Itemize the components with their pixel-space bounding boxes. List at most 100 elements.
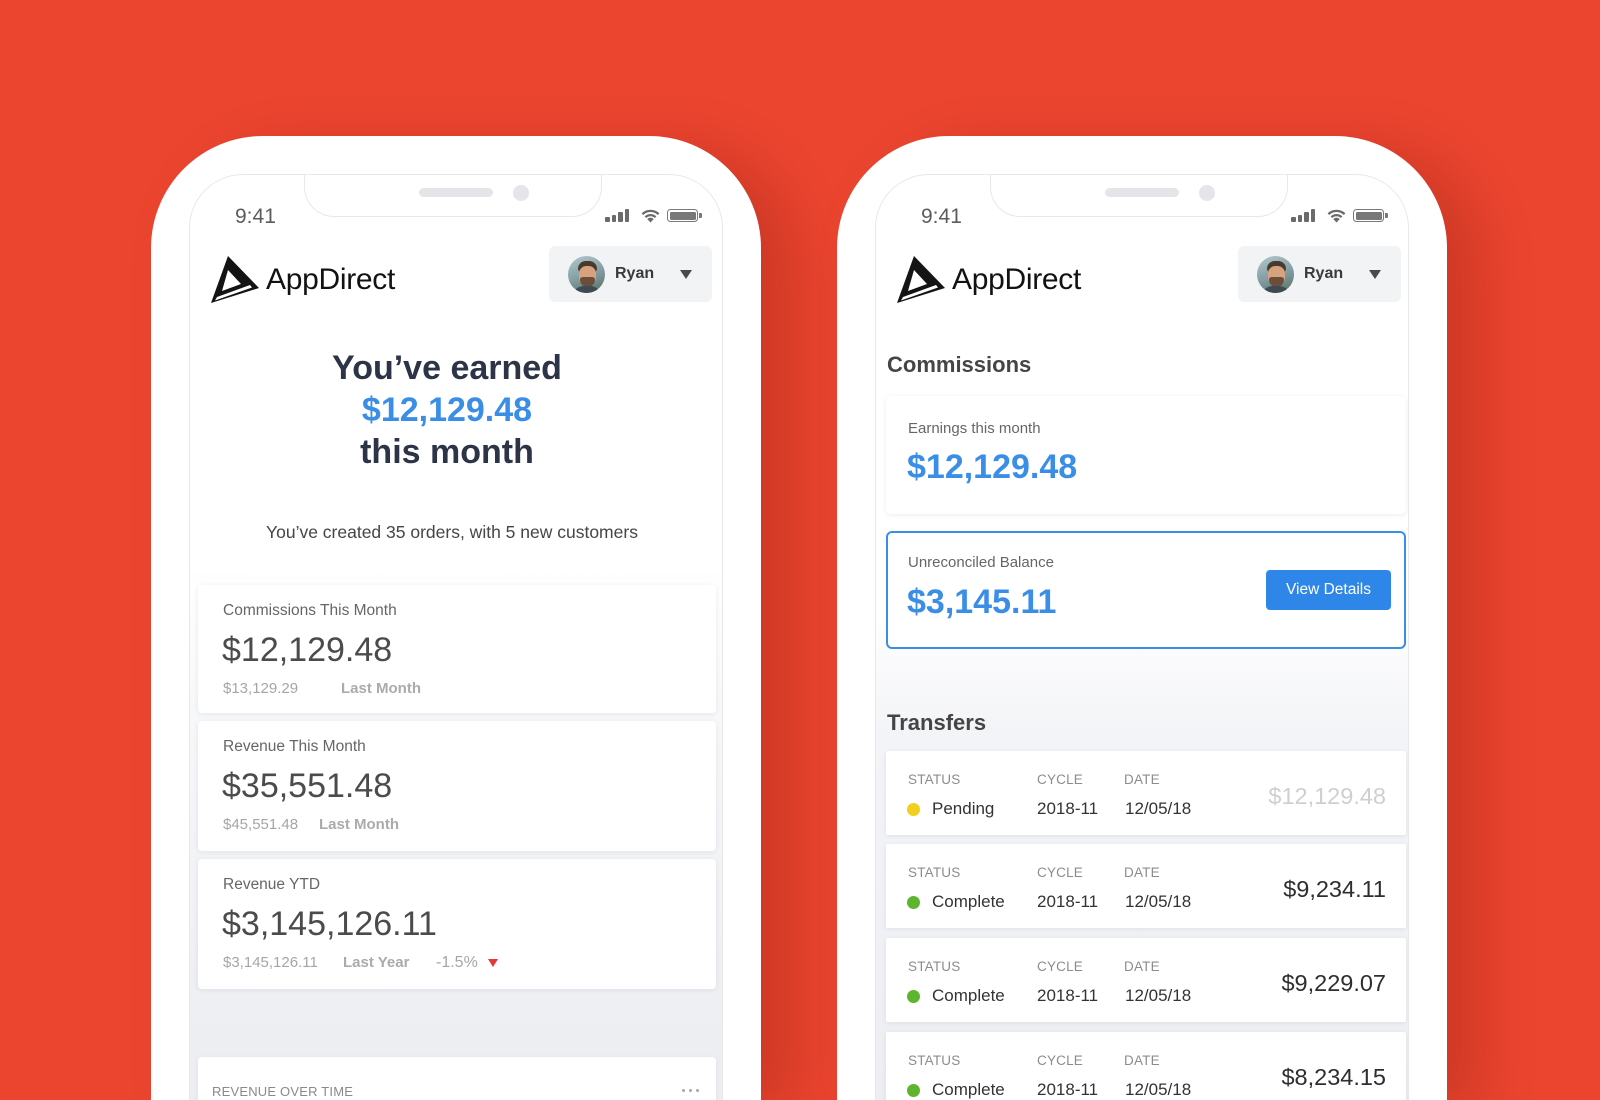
commissions-screen: 9:41 AppDirect Ryan Commissions Earnings… [875,174,1409,1100]
stat-value: $35,551.48 [222,767,393,805]
wifi-icon [641,209,660,223]
status-column-label: STATUS [908,865,961,880]
cellular-signal-icon [1297,215,1302,222]
view-details-button[interactable]: View Details [1266,570,1391,610]
app-logo[interactable]: AppDirect [896,254,1082,306]
stat-title: Revenue YTD [223,876,321,893]
cycle-column-label: CYCLE [1037,959,1084,974]
transfer-amount: $12,129.48 [1268,783,1386,809]
battery-icon [1353,209,1384,222]
transfer-amount: $9,234.11 [1283,876,1386,902]
transfer-status: Complete [932,892,1005,911]
transfer-cycle: 2018-11 [1037,986,1099,1005]
user-menu-dropdown[interactable]: Ryan [549,246,712,302]
cellular-signal-icon [605,217,610,222]
phone-left: 9:41 AppDirect Ryan You’ve earned $12,12… [151,136,761,1100]
date-column-label: DATE [1124,1053,1160,1068]
caret-down-icon [680,270,692,279]
status-dot-icon [907,896,920,909]
transfer-cycle: 2018-11 [1037,892,1099,911]
transfer-status: Pending [932,799,995,818]
earnings-card[interactable]: Earnings this month $12,129.48 [886,396,1406,514]
battery-cap [699,213,702,218]
cellular-signal-icon [1310,209,1315,222]
status-icons [1291,208,1391,224]
stat-card-revenue-ytd[interactable]: Revenue YTD $3,145,126.11 $3,145,126.11 … [198,859,716,989]
status-time: 9:41 [235,205,276,228]
hero-line-earned: You’ve earned [332,349,562,387]
transfer-cycle: 2018-11 [1037,799,1099,818]
appdirect-logo-icon [211,256,259,303]
cellular-signal-icon [618,212,623,222]
cellular-signal-icon [1304,212,1309,222]
hero-line-period: this month [360,433,534,471]
earnings-value: $12,129.48 [907,448,1078,486]
transfer-row[interactable]: STATUS CYCLE DATE Complete 2018-11 12/05… [886,844,1406,928]
cellular-signal-icon [1291,217,1296,222]
transfer-date: 12/05/18 [1125,1080,1192,1099]
brand-name: AppDirect [266,263,396,296]
cycle-column-label: CYCLE [1037,772,1084,787]
brand-name: AppDirect [952,263,1082,296]
stat-title: Commissions This Month [223,602,397,619]
cellular-signal-icon [624,209,629,222]
avatar [568,256,605,293]
appdirect-logo-icon [897,256,945,303]
avatar [1257,256,1294,293]
status-icons [605,208,705,224]
transfers-heading: Transfers [887,710,987,735]
status-column-label: STATUS [908,1053,961,1068]
phone-right: 9:41 AppDirect Ryan Commissions Earnings… [837,136,1447,1100]
stat-compare-value: $45,551.48 [223,816,299,833]
hero-amount: $12,129.48 [361,391,533,429]
speaker-grille [1105,188,1179,197]
cycle-column-label: CYCLE [1037,1053,1084,1068]
date-column-label: DATE [1124,959,1160,974]
transfer-row[interactable]: STATUS CYCLE DATE Pending 2018-11 12/05/… [886,751,1406,835]
transfer-amount: $8,234.15 [1281,1064,1386,1090]
unreconciled-label: Unreconciled Balance [908,554,1054,571]
triangle-down-icon [488,959,498,967]
stat-card-commissions[interactable]: Commissions This Month $12,129.48 $13,12… [198,585,716,713]
revenue-chart-card: REVENUE OVER TIME [198,1057,716,1100]
transfer-amount: $9,229.07 [1281,970,1386,996]
stat-compare-label: Last Month [319,816,399,833]
stat-compare-label: Last Year [343,954,410,971]
transfer-row[interactable]: STATUS CYCLE DATE Complete 2018-11 12/05… [886,1032,1406,1100]
stat-change: -1.5% [436,954,478,971]
transfer-cycle: 2018-11 [1037,1080,1099,1099]
battery-cap [1385,213,1388,218]
orders-summary: You’ve created 35 orders, with 5 new cus… [266,522,638,542]
cellular-signal-icon [611,215,616,222]
front-camera [513,185,529,201]
transfer-row[interactable]: STATUS CYCLE DATE Complete 2018-11 12/05… [886,938,1406,1022]
date-column-label: DATE [1124,772,1160,787]
more-horizontal-icon[interactable] [682,1089,700,1093]
status-column-label: STATUS [908,772,961,787]
front-camera [1199,185,1215,201]
battery-icon [667,209,698,222]
unreconciled-balance-card[interactable]: Unreconciled Balance $3,145.11 View Deta… [886,531,1406,649]
stat-value: $12,129.48 [222,631,393,669]
status-dot-icon [907,803,920,816]
transfer-date: 12/05/18 [1125,799,1192,818]
status-time: 9:41 [921,205,962,228]
commissions-heading: Commissions [887,352,1032,377]
unreconciled-value: $3,145.11 [907,583,1057,621]
caret-down-icon [1369,270,1381,279]
stat-compare-value: $13,129.29 [223,680,299,697]
stat-card-revenue-month[interactable]: Revenue This Month $35,551.48 $45,551.48… [198,721,716,851]
date-column-label: DATE [1124,865,1160,880]
notch [304,175,602,217]
stat-compare-label: Last Month [341,680,421,697]
dashboard-screen: 9:41 AppDirect Ryan You’ve earned $12,12… [189,174,723,1100]
earnings-label: Earnings this month [908,420,1041,437]
app-logo[interactable]: AppDirect [210,254,396,306]
user-name: Ryan [1304,265,1344,282]
notch [990,175,1288,217]
transfer-status: Complete [932,986,1005,1005]
stat-value: $3,145,126.11 [222,905,437,943]
transfer-date: 12/05/18 [1125,986,1192,1005]
user-menu-dropdown[interactable]: Ryan [1238,246,1401,302]
user-name: Ryan [615,265,655,282]
